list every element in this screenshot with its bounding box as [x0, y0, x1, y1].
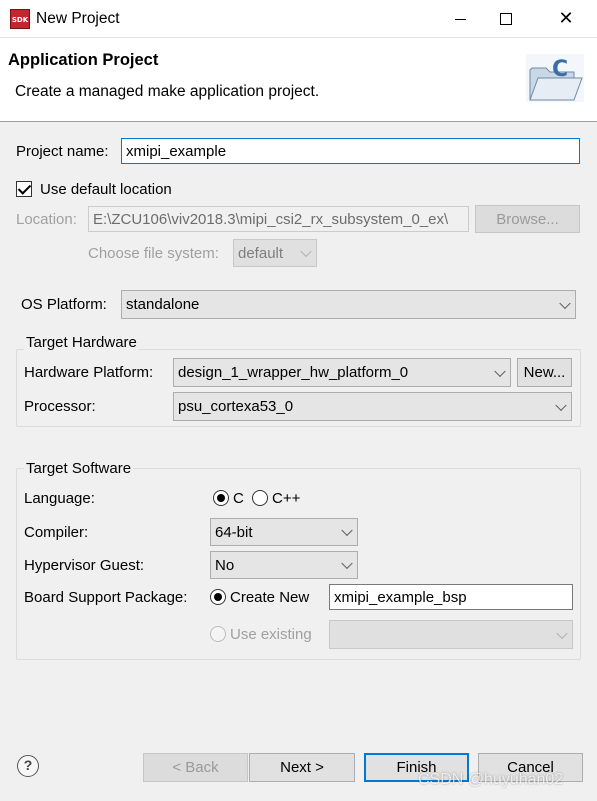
os-platform-select[interactable]: standalone	[121, 290, 576, 319]
sdk-app-icon: SDK	[10, 9, 30, 29]
hypervisor-guest-label: Hypervisor Guest:	[24, 557, 145, 574]
maximize-button[interactable]	[483, 0, 529, 38]
use-default-location-label: Use default location	[40, 181, 172, 198]
target-software-title: Target Software	[24, 460, 134, 477]
processor-select[interactable]: psu_cortexa53_0	[173, 392, 572, 421]
close-button[interactable]: ✕	[543, 0, 589, 38]
processor-label: Processor:	[24, 398, 96, 415]
language-cpp-radio[interactable]	[252, 490, 268, 506]
wizard-banner: Application Project Create a managed mak…	[0, 38, 597, 122]
hardware-platform-select[interactable]: design_1_wrapper_hw_platform_0	[173, 358, 511, 387]
os-platform-value: standalone	[126, 296, 200, 313]
bsp-label: Board Support Package:	[24, 589, 188, 606]
file-system-label: Choose file system:	[88, 245, 219, 262]
language-cpp-label: C++	[272, 490, 301, 507]
language-label: Language:	[24, 490, 95, 507]
chevron-down-icon	[341, 557, 353, 570]
new-hardware-platform-button[interactable]: New...	[517, 358, 572, 387]
bsp-use-existing-label: Use existing	[230, 626, 312, 643]
browse-button[interactable]: Browse...	[475, 205, 580, 233]
processor-value: psu_cortexa53_0	[178, 398, 294, 415]
maximize-icon	[500, 13, 512, 25]
compiler-label: Compiler:	[24, 524, 89, 541]
target-hardware-title: Target Hardware	[24, 334, 139, 351]
chevron-down-icon	[555, 399, 567, 411]
bsp-create-new-label: Create New	[230, 589, 310, 606]
project-name-label: Project name:	[16, 143, 109, 160]
chevron-down-icon	[494, 365, 506, 377]
bsp-create-new-radio[interactable]	[210, 589, 226, 605]
close-icon: ✕	[558, 8, 574, 29]
next-button[interactable]: Next >	[249, 753, 355, 782]
chevron-down-icon	[341, 524, 353, 537]
compiler-select[interactable]: 64-bit	[210, 518, 358, 546]
bsp-existing-select[interactable]	[329, 620, 573, 649]
new-project-folder-icon: C	[526, 54, 584, 102]
page-subtitle: Create a managed make application projec…	[15, 83, 320, 100]
language-c-label: C	[233, 490, 244, 507]
minimize-icon	[454, 18, 466, 20]
window-title: New Project	[36, 10, 120, 27]
minimize-button[interactable]	[437, 0, 483, 38]
os-platform-label: OS Platform:	[21, 296, 107, 313]
project-name-input[interactable]: xmipi_example	[121, 138, 580, 164]
page-title: Application Project	[8, 51, 159, 69]
file-system-select[interactable]: default	[233, 239, 317, 267]
help-icon[interactable]: ?	[17, 755, 39, 777]
compiler-value: 64-bit	[215, 523, 253, 541]
hypervisor-guest-select[interactable]: No	[210, 551, 358, 579]
language-c-radio[interactable]	[213, 490, 229, 506]
chevron-down-icon	[556, 627, 568, 639]
back-button[interactable]: < Back	[143, 753, 248, 782]
title-bar: SDK New Project ✕	[0, 0, 597, 38]
bsp-use-existing-radio[interactable]	[210, 626, 226, 642]
location-input[interactable]: E:\ZCU106\viv2018.3\mipi_csi2_rx_subsyst…	[88, 206, 469, 232]
chevron-down-icon	[559, 297, 571, 309]
svg-text:C: C	[552, 57, 568, 82]
bsp-name-input[interactable]: xmipi_example_bsp	[329, 584, 573, 610]
location-label: Location:	[16, 211, 77, 228]
hardware-platform-label: Hardware Platform:	[24, 364, 154, 381]
hypervisor-guest-value: No	[215, 556, 235, 574]
use-default-location-checkbox[interactable]	[16, 181, 32, 197]
watermark: CSDN @huyuhan02	[418, 771, 564, 788]
chevron-down-icon	[300, 245, 312, 258]
file-system-value: default	[238, 244, 284, 262]
hardware-platform-value: design_1_wrapper_hw_platform_0	[178, 364, 409, 381]
